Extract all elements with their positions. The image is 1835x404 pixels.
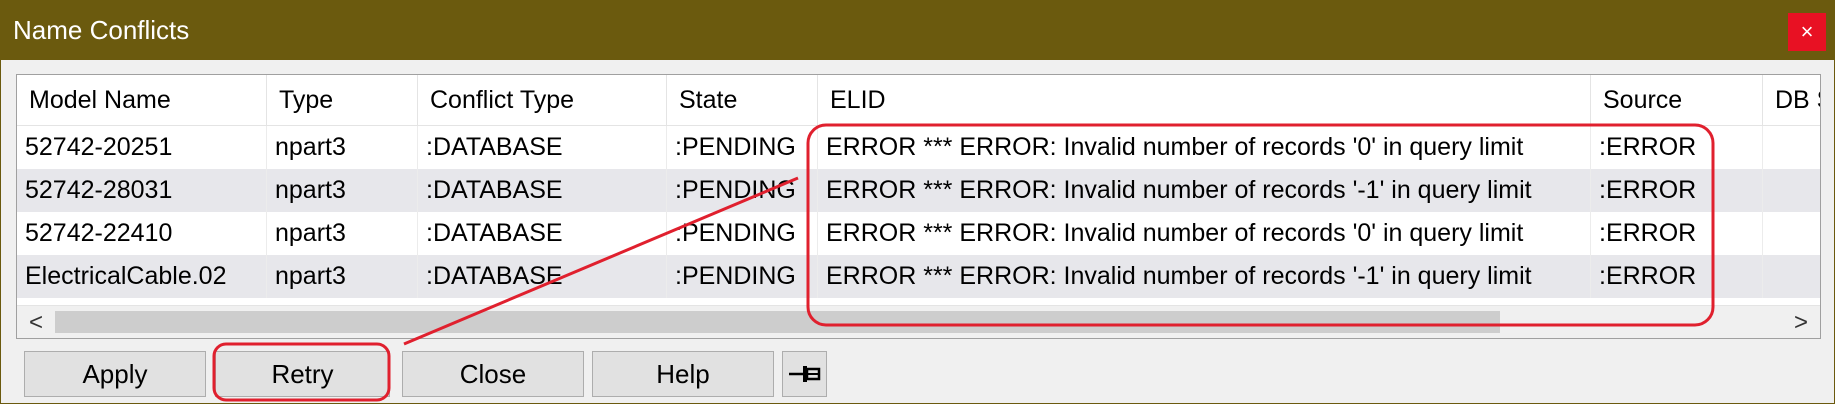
column-header-db-s[interactable]: DB S xyxy=(1763,75,1820,125)
cell-source: :ERROR xyxy=(1591,255,1763,298)
column-header-conflict-type[interactable]: Conflict Type xyxy=(418,75,667,125)
scroll-right-arrow[interactable]: > xyxy=(1784,306,1818,338)
table-row[interactable]: 52742-28031 npart3 :DATABASE :PENDING ER… xyxy=(17,169,1820,212)
column-header-source[interactable]: Source xyxy=(1591,75,1763,125)
cell-model-name: 52742-22410 xyxy=(17,212,267,255)
column-header-model-name[interactable]: Model Name xyxy=(17,75,267,125)
cell-conflict-type: :DATABASE xyxy=(418,126,667,169)
cell-type: npart3 xyxy=(267,169,418,212)
close-window-button[interactable]: × xyxy=(1788,13,1826,51)
title-bar[interactable]: Name Conflicts × xyxy=(1,1,1834,60)
conflicts-table: Model Name Type Conflict Type State ELID… xyxy=(16,74,1821,339)
table-header: Model Name Type Conflict Type State ELID… xyxy=(17,75,1820,126)
scroll-left-arrow[interactable]: < xyxy=(19,306,53,338)
column-header-elid[interactable]: ELID xyxy=(818,75,1591,125)
cell-source: :ERROR xyxy=(1591,169,1763,212)
window-title: Name Conflicts xyxy=(13,15,190,45)
cell-type: npart3 xyxy=(267,212,418,255)
pin-icon[interactable] xyxy=(782,351,827,397)
scrollbar-thumb[interactable] xyxy=(55,311,1500,333)
cell-conflict-type: :DATABASE xyxy=(418,255,667,298)
table-row[interactable]: 52742-20251 npart3 :DATABASE :PENDING ER… xyxy=(17,126,1820,169)
cell-state: :PENDING xyxy=(667,212,818,255)
cell-db-s xyxy=(1763,255,1820,298)
table-row[interactable]: ElectricalCable.02 npart3 :DATABASE :PEN… xyxy=(17,255,1820,298)
cell-conflict-type: :DATABASE xyxy=(418,212,667,255)
cell-db-s xyxy=(1763,169,1820,212)
cell-type: npart3 xyxy=(267,126,418,169)
horizontal-scrollbar[interactable]: < > xyxy=(17,305,1820,338)
cell-state: :PENDING xyxy=(667,169,818,212)
column-header-state[interactable]: State xyxy=(667,75,818,125)
cell-model-name: 52742-28031 xyxy=(17,169,267,212)
retry-button[interactable]: Retry xyxy=(215,351,390,397)
cell-model-name: ElectricalCable.02 xyxy=(17,255,267,298)
cell-db-s xyxy=(1763,212,1820,255)
cell-type: npart3 xyxy=(267,255,418,298)
cell-elid: ERROR *** ERROR: Invalid number of recor… xyxy=(818,126,1591,169)
cell-state: :PENDING xyxy=(667,255,818,298)
table-row[interactable]: 52742-22410 npart3 :DATABASE :PENDING ER… xyxy=(17,212,1820,255)
name-conflicts-dialog: Name Conflicts × Model Name Type Conflic… xyxy=(0,0,1835,404)
cell-source: :ERROR xyxy=(1591,126,1763,169)
close-button[interactable]: Close xyxy=(402,351,584,397)
cell-elid: ERROR *** ERROR: Invalid number of recor… xyxy=(818,169,1591,212)
cell-elid: ERROR *** ERROR: Invalid number of recor… xyxy=(818,212,1591,255)
column-header-type[interactable]: Type xyxy=(267,75,418,125)
cell-state: :PENDING xyxy=(667,126,818,169)
help-button[interactable]: Help xyxy=(592,351,774,397)
apply-button[interactable]: Apply xyxy=(24,351,206,397)
cell-elid: ERROR *** ERROR: Invalid number of recor… xyxy=(818,255,1591,298)
cell-model-name: 52742-20251 xyxy=(17,126,267,169)
cell-db-s xyxy=(1763,126,1820,169)
cell-source: :ERROR xyxy=(1591,212,1763,255)
cell-conflict-type: :DATABASE xyxy=(418,169,667,212)
